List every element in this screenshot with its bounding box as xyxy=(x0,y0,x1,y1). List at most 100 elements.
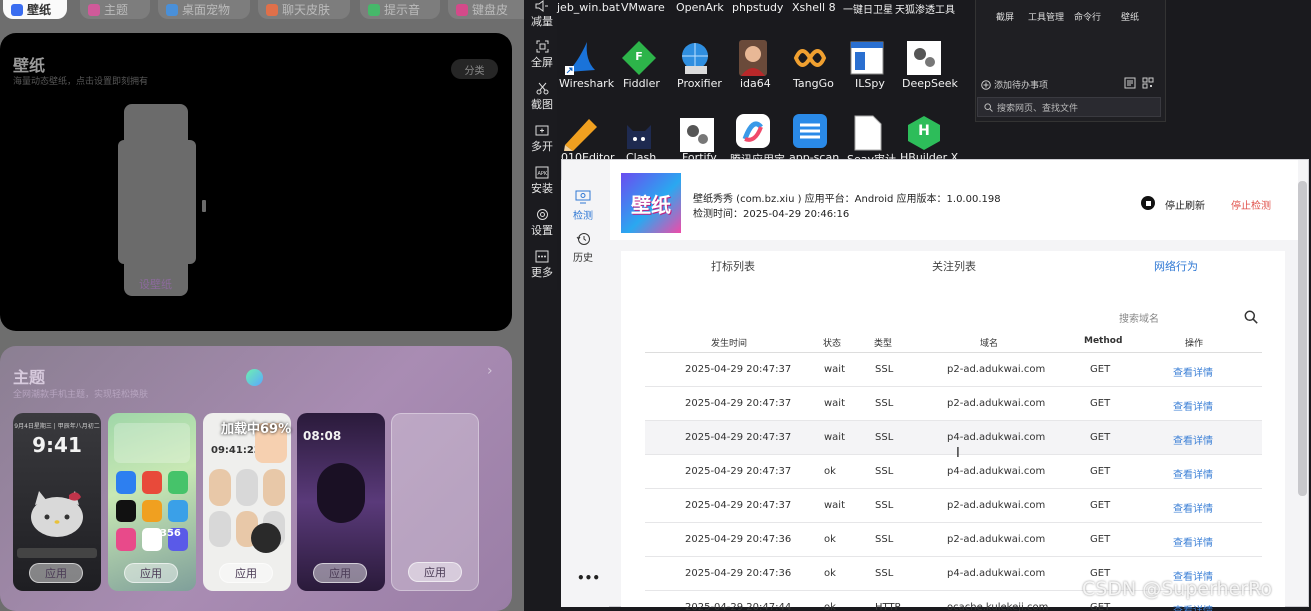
qr-code-icon[interactable] xyxy=(1142,77,1154,89)
cell-type: SSL xyxy=(875,398,894,409)
settings-button[interactable]: 设置 xyxy=(528,208,556,238)
view-detail-link[interactable]: 查看详情 xyxy=(1173,466,1213,481)
view-detail-link[interactable]: 查看详情 xyxy=(1173,364,1213,379)
view-detail-link[interactable]: 查看详情 xyxy=(1173,500,1213,515)
tab-wallpaper[interactable]: 壁纸 xyxy=(3,0,67,19)
theme-thumb[interactable]: 应用 xyxy=(391,413,479,591)
tab-theme[interactable]: 主题 xyxy=(80,0,150,19)
tab-follow-list[interactable]: 关注列表 xyxy=(932,258,976,274)
desktop-shortcut-tanggo[interactable] xyxy=(792,40,828,79)
theme-thumb[interactable]: 356 应用 xyxy=(108,413,196,591)
table-row: 2025-04-29 20:47:37 ok SSL p4-ad.adukwai.co… xyxy=(645,455,1262,489)
desktop-shortcut-fiddler[interactable]: F xyxy=(621,40,657,79)
desktop-shortcut-deepseek[interactable] xyxy=(906,40,942,79)
cell-method: GET xyxy=(1090,398,1111,409)
view-detail-link[interactable]: 查看详情 xyxy=(1173,602,1213,611)
cell-time: 2025-04-29 20:47:36 xyxy=(685,568,792,579)
shortcut-label: Proxifier xyxy=(677,77,722,90)
app-scan-icon xyxy=(793,114,827,148)
desktop-shortcut-wireshark[interactable] xyxy=(563,40,599,79)
plus-circle-icon xyxy=(981,79,991,90)
svg-text:APK: APK xyxy=(538,171,548,177)
multi-open-button[interactable]: 多开 xyxy=(528,124,556,154)
ilspy-window-icon xyxy=(850,41,884,75)
cell-domain: p4-ad.adukwai.com xyxy=(947,568,1046,579)
tab-chat-skin[interactable]: 聊天皮肤 xyxy=(258,0,350,19)
thumb-clock: 9:41 xyxy=(32,433,82,457)
apply-button[interactable]: 应用 xyxy=(124,563,178,583)
theme-more-chevron-icon[interactable]: › xyxy=(487,363,493,379)
desktop-shortcut-app-scan[interactable] xyxy=(792,113,828,152)
tab-keyboard-skin[interactable]: 键盘皮 xyxy=(448,0,524,19)
phone-silhouette-icon xyxy=(118,104,196,296)
desktop-shortcut-clash[interactable] xyxy=(621,115,657,154)
cell-status: ok xyxy=(824,466,836,477)
domain-search-input[interactable]: 搜索域名 xyxy=(1119,310,1159,325)
cell-time: 2025-04-29 20:47:37 xyxy=(685,500,792,511)
tanggo-knot-icon xyxy=(793,49,827,67)
stop-detect-button[interactable]: 停止检测 xyxy=(1231,197,1271,212)
theme-thumb[interactable]: 9月4日星期三 | 甲辰年八月初二 9:41 应用 xyxy=(13,413,101,591)
watermark: CSDN @SuperherRo xyxy=(1082,578,1273,600)
volume-down-button[interactable]: 减量 xyxy=(528,0,556,29)
desktop-shortcut-hbuilder[interactable]: H xyxy=(906,115,942,154)
view-detail-link[interactable]: 查看详情 xyxy=(1173,432,1213,447)
desktop-shortcut-proxifier[interactable] xyxy=(677,40,713,79)
nav-detect[interactable]: 检测 xyxy=(573,190,593,222)
apply-button[interactable]: 应用 xyxy=(408,562,462,582)
text-cursor-icon: I xyxy=(956,446,960,461)
quick-wallpaper-button[interactable]: 壁纸 xyxy=(1121,10,1139,23)
apply-button[interactable]: 应用 xyxy=(29,563,83,583)
nav-history[interactable]: 历史 xyxy=(573,232,593,264)
view-detail-link[interactable]: 查看详情 xyxy=(1173,398,1213,413)
desktop-label-phpstudy[interactable]: phpstudy xyxy=(732,1,783,14)
desktop-shortcut-ida64[interactable] xyxy=(735,40,771,79)
desktop-label-jeb[interactable]: jeb_win.bat xyxy=(557,1,620,14)
desktop-label-vmware[interactable]: VMware xyxy=(621,1,665,14)
more-options-icon[interactable]: ••• xyxy=(577,571,600,585)
more-button[interactable]: 更多 xyxy=(528,250,556,280)
stop-refresh-button[interactable]: 停止刷新 xyxy=(1165,197,1205,212)
search-icon[interactable] xyxy=(1244,310,1258,324)
apk-icon: APK xyxy=(535,166,549,179)
theme-title: 主题 xyxy=(13,368,46,387)
chat-skin-icon xyxy=(266,3,278,16)
quick-cmd-button[interactable]: 命令行 xyxy=(1074,10,1101,23)
desktop-label-xshell[interactable]: Xshell 8 xyxy=(792,1,836,14)
add-todo-button[interactable]: 添加待办事项 xyxy=(981,78,1048,91)
category-button[interactable]: 分类 xyxy=(451,59,498,79)
tab-mark-list[interactable]: 打标列表 xyxy=(711,258,755,274)
tab-ringtone[interactable]: 提示音 xyxy=(360,0,440,19)
loading-spinner-icon xyxy=(246,369,263,386)
desktop-label-openark[interactable]: OpenArk xyxy=(676,1,724,14)
vertical-scrollbar[interactable] xyxy=(1298,181,1307,496)
desktop-shortcut-yingyongbao[interactable] xyxy=(735,113,771,152)
file-icon xyxy=(854,115,882,151)
desktop-shortcut-010editor[interactable] xyxy=(563,115,599,154)
screenshot-button[interactable]: 截图 xyxy=(528,82,556,112)
quick-screenshot-button[interactable]: 截屏 xyxy=(996,10,1014,23)
install-button[interactable]: APK 安装 xyxy=(528,166,556,196)
desktop-label-satellite[interactable]: 一键日卫星 xyxy=(843,1,893,16)
tab-network-behavior[interactable]: 网络行为 xyxy=(1154,258,1198,274)
fullscreen-button[interactable]: 全屏 xyxy=(528,40,556,70)
desktop-label-tianhu[interactable]: 天狐渗透工具 xyxy=(895,1,955,16)
tab-desktop-pet[interactable]: 桌面宠物 xyxy=(158,0,250,19)
multi-window-icon xyxy=(535,125,549,136)
set-wallpaper-button[interactable]: 设壁纸 xyxy=(139,276,172,292)
cell-status: ok xyxy=(824,602,836,611)
apply-button[interactable]: 应用 xyxy=(313,563,367,583)
theme-thumb[interactable]: 08:08 应用 xyxy=(297,413,385,591)
cat-icon xyxy=(627,125,651,149)
cell-method: GET xyxy=(1090,602,1111,611)
desktop-shortcut-seay[interactable] xyxy=(849,115,885,154)
note-icon[interactable] xyxy=(1124,77,1136,89)
stop-refresh-icon[interactable] xyxy=(1141,196,1155,210)
apply-button[interactable]: 应用 xyxy=(219,563,273,583)
cell-time: 2025-04-29 20:47:37 xyxy=(685,364,792,375)
desktop-shortcut-ilspy[interactable] xyxy=(849,40,885,79)
quick-tool-manager-button[interactable]: 工具管理 xyxy=(1028,10,1064,23)
view-detail-link[interactable]: 查看详情 xyxy=(1173,534,1213,549)
web-search-input[interactable]: 搜索网页、查找文件 xyxy=(977,97,1161,117)
theme-thumb[interactable]: 09:41:23 应用 xyxy=(203,413,291,591)
